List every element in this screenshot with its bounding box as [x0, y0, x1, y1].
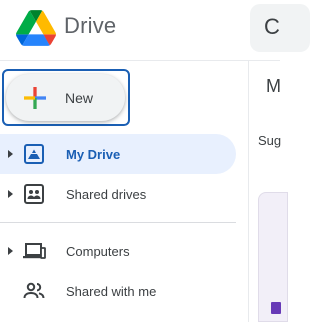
- shared-drives-icon: [24, 184, 44, 204]
- plus-icon: [24, 87, 46, 109]
- suggested-section-label: Sug: [258, 133, 282, 148]
- expand-caret-icon[interactable]: [8, 247, 13, 255]
- sidebar-divider: [0, 222, 236, 223]
- computers-icon: [23, 243, 46, 259]
- sidebar-item-label: Shared drives: [66, 186, 147, 202]
- sidebar-item-label: Shared with me: [66, 283, 157, 299]
- sidebar-item-label: Computers: [66, 243, 130, 259]
- expand-caret-icon[interactable]: [8, 190, 13, 198]
- shared-with-me-icon: [23, 282, 45, 299]
- sidebar-item-shared-drives[interactable]: Shared drives: [0, 174, 236, 214]
- expand-caret-icon[interactable]: [8, 150, 13, 158]
- sidebar-item-label: My Drive: [66, 146, 121, 162]
- document-icon: [271, 302, 281, 314]
- drive-logo[interactable]: [16, 10, 56, 46]
- search-partial-text: C: [264, 14, 280, 39]
- header-divider: [0, 60, 280, 61]
- app-name: Drive: [64, 13, 117, 38]
- new-button-label: New: [65, 90, 94, 106]
- main-heading: M: [266, 76, 281, 96]
- my-drive-icon: [24, 144, 44, 164]
- main-panel-edge: [248, 60, 249, 322]
- search-bar[interactable]: C: [250, 4, 310, 52]
- google-drive-logo-icon: [16, 10, 56, 46]
- sidebar-item-my-drive[interactable]: My Drive: [0, 134, 236, 174]
- sidebar-item-computers[interactable]: Computers: [0, 231, 236, 271]
- sidebar-item-shared-with-me[interactable]: Shared with me: [0, 271, 236, 311]
- new-button[interactable]: New: [6, 74, 125, 121]
